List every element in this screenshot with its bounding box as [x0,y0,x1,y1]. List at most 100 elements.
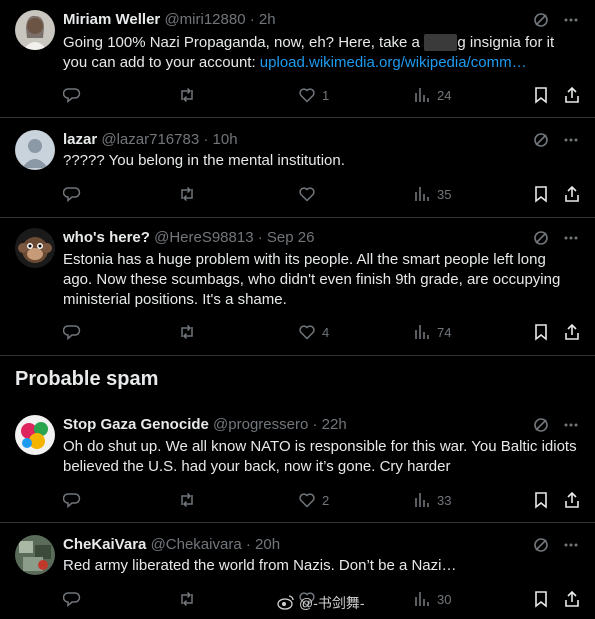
share-icon [563,323,581,341]
views-button[interactable]: 24 [413,86,451,104]
reply-button[interactable] [63,590,87,608]
timestamp[interactable]: · Sep 26 [258,229,315,246]
views-icon [413,491,431,509]
author-handle[interactable]: @miri12880 [164,11,245,28]
grok-icon[interactable] [533,537,549,558]
watermark-text: @-书剑舞- [299,595,365,611]
author-name[interactable]: lazar [63,131,97,148]
views-button[interactable]: 33 [413,491,451,509]
tweet-text: Oh do shut up. We all know NATO is respo… [63,438,577,475]
more-icon[interactable] [563,12,579,33]
repost-icon [178,491,196,509]
views-button[interactable]: 30 [413,590,451,608]
more-icon[interactable] [563,417,579,438]
like-count: 4 [322,324,330,340]
action-bar: 4 74 [63,323,579,343]
like-count: 1 [322,87,330,103]
reply-button[interactable] [63,185,87,203]
action-bar: 35 [63,185,579,205]
views-count: 35 [437,186,452,202]
timestamp[interactable]: · 22h [313,416,347,433]
more-icon[interactable] [563,537,579,558]
reply-button[interactable] [63,323,87,341]
tweet-miriam-weller[interactable]: Miriam Weller @miri12880 · 2h Going 100%… [0,0,595,118]
share-button[interactable] [563,185,581,203]
views-count: 74 [437,324,452,340]
author-handle[interactable]: @Chekaivara [151,536,242,553]
tweet-text-part: Going 100% Nazi Propaganda, now, eh? Her… [63,34,425,51]
author-handle[interactable]: @HereS98813 [154,229,253,246]
heart-icon [298,86,316,104]
share-button[interactable] [563,491,581,509]
share-icon [563,185,581,203]
grok-icon[interactable] [533,132,549,153]
grok-icon[interactable] [533,417,549,438]
avatar[interactable] [15,535,55,575]
views-icon [413,323,431,341]
grok-icon[interactable] [533,230,549,251]
author-handle[interactable]: @progressero [213,416,308,433]
views-button[interactable]: 74 [413,323,451,341]
tweet-stop-gaza-genocide[interactable]: Stop Gaza Genocide @progressero · 22h Oh… [0,405,595,523]
repost-button[interactable] [178,323,202,341]
grok-icon[interactable] [533,12,549,33]
tweet-lazar[interactable]: lazar @lazar716783 · 10h ????? You belon… [0,118,595,218]
author-name[interactable]: who's here? [63,229,150,246]
like-button[interactable]: 4 [298,323,329,341]
repost-button[interactable] [178,491,202,509]
blurred-word [424,34,458,51]
reply-icon [63,590,81,608]
bookmark-button[interactable] [533,185,549,203]
reply-icon [63,491,81,509]
timestamp[interactable]: · 10h [203,131,237,148]
more-icon[interactable] [563,132,579,153]
bookmark-icon [533,185,549,203]
repost-button[interactable] [178,86,202,104]
repost-button[interactable] [178,185,202,203]
action-bar: 1 24 [63,86,579,106]
author-name[interactable]: Miriam Weller [63,11,160,28]
share-button[interactable] [563,323,581,341]
author-name[interactable]: Stop Gaza Genocide [63,416,209,433]
avatar[interactable] [15,228,55,268]
views-icon [413,86,431,104]
like-button[interactable]: 1 [298,86,329,104]
bookmark-button[interactable] [533,86,549,104]
tweet-who-is-here[interactable]: who's here? @HereS98813 · Sep 26 Estonia… [0,218,595,356]
timestamp[interactable]: · 20h [246,536,280,553]
heart-icon [298,323,316,341]
like-button[interactable]: 2 [298,491,329,509]
views-button[interactable]: 35 [413,185,451,203]
section-title-probable-spam: Probable spam [15,368,159,390]
more-icon[interactable] [563,230,579,251]
weibo-logo-icon [277,594,295,613]
share-button[interactable] [563,86,581,104]
avatar[interactable] [15,130,55,170]
repost-button[interactable] [178,590,202,608]
bookmark-icon [533,590,549,608]
share-icon [563,590,581,608]
avatar[interactable] [15,415,55,455]
views-count: 33 [437,492,452,508]
timestamp[interactable]: · 2h [250,11,276,28]
share-button[interactable] [563,590,581,608]
reply-icon [63,323,81,341]
share-icon [563,86,581,104]
author-name[interactable]: CheKaiVara [63,536,146,553]
avatar[interactable] [15,10,55,50]
bookmark-button[interactable] [533,590,549,608]
tweet-text: Estonia has a huge problem with its peop… [63,251,561,308]
author-handle[interactable]: @lazar716783 [101,131,199,148]
tweet-link[interactable]: upload.wikimedia.org/wikipedia/comm… [260,54,527,71]
views-count: 24 [437,87,452,103]
bookmark-button[interactable] [533,491,549,509]
views-count: 30 [437,591,452,607]
bookmark-button[interactable] [533,323,549,341]
watermark: @-书剑舞- [277,593,365,613]
reply-button[interactable] [63,491,87,509]
reply-button[interactable] [63,86,87,104]
views-icon [413,590,431,608]
heart-icon [298,185,316,203]
repost-icon [178,86,196,104]
like-button[interactable] [298,185,322,203]
